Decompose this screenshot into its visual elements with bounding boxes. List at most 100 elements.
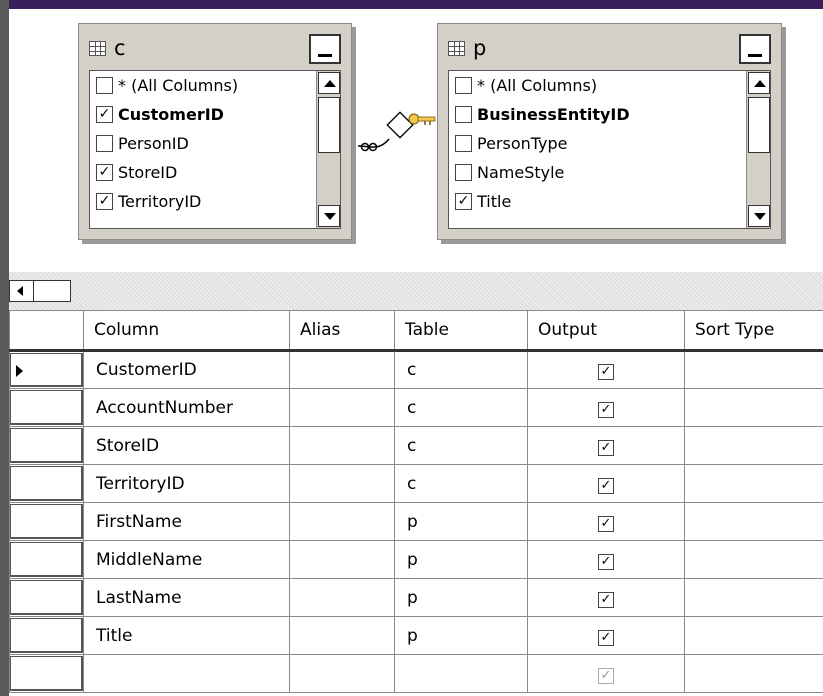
cell-sort-type[interactable] bbox=[684, 350, 823, 389]
cell-column[interactable]: MiddleName bbox=[83, 540, 290, 579]
cell-output[interactable]: ✓ bbox=[527, 654, 685, 693]
cell-sort-type[interactable] bbox=[684, 388, 823, 427]
header-table[interactable]: Table bbox=[394, 310, 528, 352]
cell-alias[interactable] bbox=[289, 464, 395, 503]
cell-output[interactable]: ✓ bbox=[527, 464, 685, 503]
row-selector[interactable] bbox=[9, 426, 84, 465]
row-selector[interactable] bbox=[9, 388, 84, 427]
cell-table[interactable]: p bbox=[394, 502, 528, 541]
scroll-left-button[interactable] bbox=[10, 281, 34, 301]
cell-sort-type[interactable] bbox=[684, 540, 823, 579]
scroll-up-button[interactable] bbox=[748, 72, 770, 94]
row-selector[interactable] bbox=[9, 578, 84, 617]
header-column[interactable]: Column bbox=[83, 310, 290, 352]
column-checkbox[interactable] bbox=[455, 106, 472, 123]
grid-row[interactable]: LastName p ✓ bbox=[9, 578, 823, 617]
output-checkbox[interactable]: ✓ bbox=[598, 553, 614, 570]
cell-alias[interactable] bbox=[289, 426, 395, 465]
cell-column[interactable]: AccountNumber bbox=[83, 388, 290, 427]
header-alias[interactable]: Alias bbox=[289, 310, 395, 352]
row-selector[interactable] bbox=[9, 350, 84, 389]
cell-table[interactable]: c bbox=[394, 426, 528, 465]
row-selector[interactable] bbox=[9, 540, 84, 579]
cell-output[interactable]: ✓ bbox=[527, 616, 685, 655]
grid-row[interactable]: FirstName p ✓ bbox=[9, 502, 823, 541]
grid-row[interactable]: MiddleName p ✓ bbox=[9, 540, 823, 579]
grid-row[interactable]: Title p ✓ bbox=[9, 616, 823, 655]
row-selector[interactable] bbox=[9, 654, 84, 693]
cell-output[interactable]: ✓ bbox=[527, 350, 685, 389]
cell-alias[interactable] bbox=[289, 578, 395, 617]
minimize-button[interactable] bbox=[739, 34, 771, 64]
horizontal-scrollbar[interactable] bbox=[9, 280, 71, 302]
output-checkbox[interactable]: ✓ bbox=[598, 629, 614, 646]
column-checkbox[interactable] bbox=[455, 135, 472, 152]
column-checkbox[interactable] bbox=[455, 164, 472, 181]
cell-output[interactable]: ✓ bbox=[527, 502, 685, 541]
cell-alias[interactable] bbox=[289, 616, 395, 655]
column-item[interactable]: NameStyle bbox=[449, 158, 770, 187]
pane-splitter[interactable] bbox=[9, 272, 823, 310]
header-selector[interactable] bbox=[9, 310, 84, 352]
grid-row[interactable]: CustomerID c ✓ bbox=[9, 350, 823, 389]
cell-column[interactable]: StoreID bbox=[83, 426, 290, 465]
cell-alias[interactable] bbox=[289, 350, 395, 389]
column-item[interactable]: ✓ Title bbox=[449, 187, 770, 216]
vertical-scrollbar[interactable] bbox=[746, 71, 770, 228]
criteria-grid[interactable]: Column Alias Table Output Sort Type Cust… bbox=[9, 310, 823, 696]
cell-output[interactable]: ✓ bbox=[527, 540, 685, 579]
scroll-thumb[interactable] bbox=[748, 97, 770, 153]
cell-output[interactable]: ✓ bbox=[527, 578, 685, 617]
cell-sort-type[interactable] bbox=[684, 578, 823, 617]
cell-sort-type[interactable] bbox=[684, 426, 823, 465]
cell-table[interactable] bbox=[394, 654, 528, 693]
cell-column[interactable]: LastName bbox=[83, 578, 290, 617]
cell-table[interactable]: c bbox=[394, 464, 528, 503]
cell-column[interactable]: FirstName bbox=[83, 502, 290, 541]
join-diamond-icon[interactable] bbox=[386, 111, 414, 139]
join-line[interactable] bbox=[357, 111, 436, 152]
cell-column[interactable]: Title bbox=[83, 616, 290, 655]
row-selector[interactable] bbox=[9, 616, 84, 655]
output-checkbox[interactable]: ✓ bbox=[598, 477, 614, 494]
output-checkbox[interactable]: ✓ bbox=[598, 667, 614, 684]
cell-table[interactable]: p bbox=[394, 616, 528, 655]
row-selector[interactable] bbox=[9, 464, 84, 503]
grid-row[interactable]: ✓ bbox=[9, 654, 823, 693]
column-checkbox[interactable] bbox=[455, 77, 472, 94]
cell-table[interactable]: p bbox=[394, 540, 528, 579]
cell-output[interactable]: ✓ bbox=[527, 388, 685, 427]
cell-column[interactable]: CustomerID bbox=[83, 350, 290, 389]
row-selector[interactable] bbox=[9, 502, 84, 541]
cell-sort-type[interactable] bbox=[684, 616, 823, 655]
cell-sort-type[interactable] bbox=[684, 654, 823, 693]
grid-row[interactable]: StoreID c ✓ bbox=[9, 426, 823, 465]
column-item[interactable]: BusinessEntityID bbox=[449, 100, 770, 129]
output-checkbox[interactable]: ✓ bbox=[598, 515, 614, 532]
header-sort-type[interactable]: Sort Type bbox=[684, 310, 823, 352]
column-list-p[interactable]: * (All Columns) BusinessEntityID PersonTyp… bbox=[448, 70, 771, 229]
cell-alias[interactable] bbox=[289, 654, 395, 693]
grid-row[interactable]: TerritoryID c ✓ bbox=[9, 464, 823, 503]
diagram-pane[interactable]: c * (All Columns) ✓ CustomerID PersonID ✓ Sto… bbox=[9, 9, 823, 272]
cell-sort-type[interactable] bbox=[684, 502, 823, 541]
cell-alias[interactable] bbox=[289, 502, 395, 541]
cell-alias[interactable] bbox=[289, 388, 395, 427]
cell-sort-type[interactable] bbox=[684, 464, 823, 503]
cell-table[interactable]: c bbox=[394, 350, 528, 389]
column-item[interactable]: PersonType bbox=[449, 129, 770, 158]
cell-column[interactable]: TerritoryID bbox=[83, 464, 290, 503]
table-box-p[interactable]: p * (All Columns) BusinessEntityID PersonT… bbox=[437, 23, 782, 240]
cell-alias[interactable] bbox=[289, 540, 395, 579]
output-checkbox[interactable]: ✓ bbox=[598, 364, 614, 380]
output-checkbox[interactable]: ✓ bbox=[598, 439, 614, 456]
column-item[interactable]: * (All Columns) bbox=[449, 71, 770, 100]
output-checkbox[interactable]: ✓ bbox=[598, 401, 614, 418]
header-output[interactable]: Output bbox=[527, 310, 685, 352]
scroll-down-button[interactable] bbox=[748, 205, 770, 227]
cell-column[interactable] bbox=[83, 654, 290, 693]
cell-output[interactable]: ✓ bbox=[527, 426, 685, 465]
grid-row[interactable]: AccountNumber c ✓ bbox=[9, 388, 823, 427]
column-checkbox[interactable]: ✓ bbox=[455, 193, 472, 210]
cell-table[interactable]: p bbox=[394, 578, 528, 617]
